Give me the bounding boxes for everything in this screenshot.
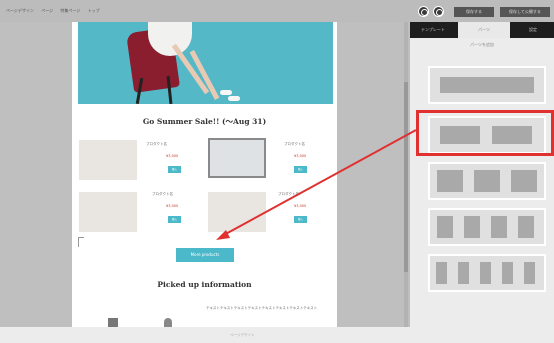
arrow-line	[221, 129, 417, 237]
drag-arrow	[216, 129, 417, 240]
arrow-head	[216, 230, 230, 240]
